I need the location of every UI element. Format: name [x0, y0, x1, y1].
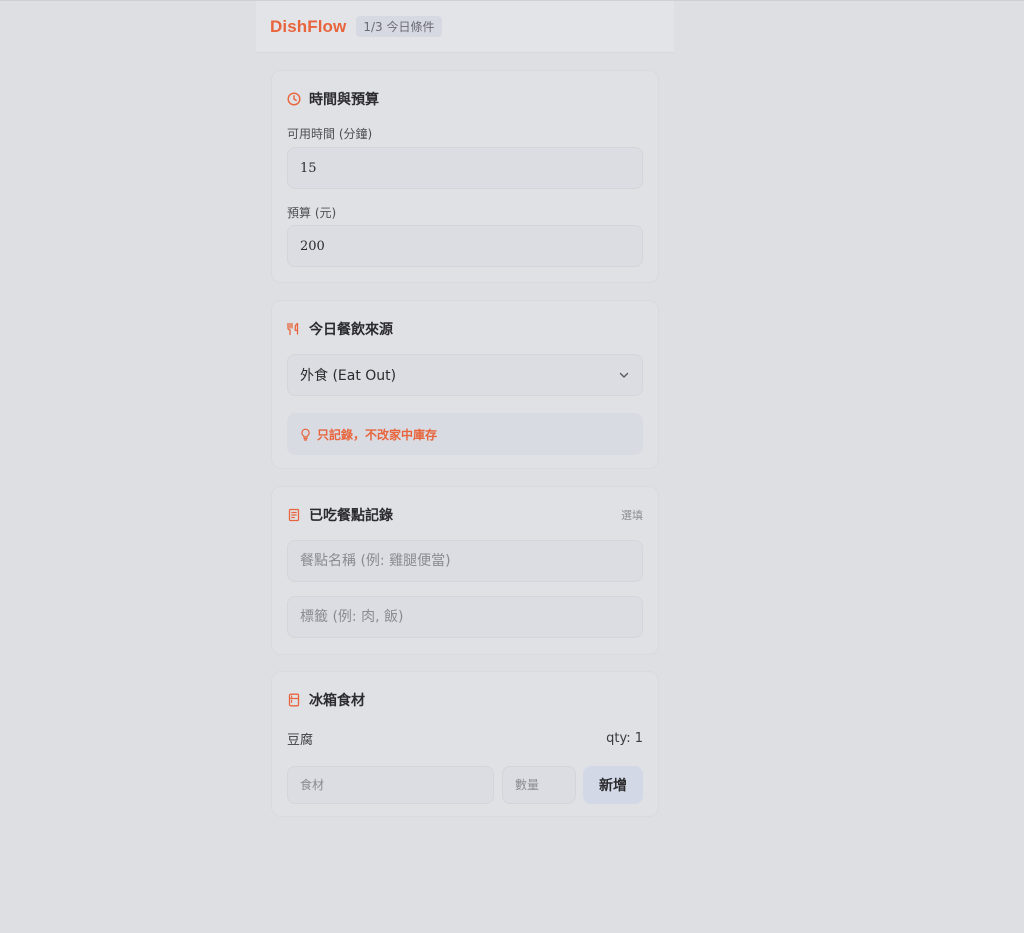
ingredient-input[interactable]: [287, 766, 494, 804]
add-ingredient-button[interactable]: 新增: [583, 766, 643, 804]
chevron-down-icon: [618, 369, 630, 381]
time-budget-title-row: 時間與預算: [287, 89, 379, 109]
fridge-icon: [287, 693, 301, 707]
meal-source-title-row: 今日餐飲來源: [287, 319, 393, 339]
time-label: 可用時間 (分鐘): [287, 127, 373, 141]
fridge-item-qty: qty: 1: [606, 731, 643, 746]
time-budget-card: 時間與預算 可用時間 (分鐘) 15 預算 (元) 200: [271, 70, 659, 283]
fridge-card: 冰箱食材 豆腐 qty: 1 新增: [271, 671, 659, 817]
fridge-title: 冰箱食材: [309, 693, 365, 709]
fridge-item-name: 豆腐: [287, 733, 314, 748]
meal-name-input[interactable]: [287, 540, 643, 582]
lightbulb-icon: [299, 428, 312, 441]
eaten-meals-card: 已吃餐點記錄 選填: [271, 486, 659, 655]
quantity-input[interactable]: [502, 766, 576, 804]
step-indicator: 1/3 今日條件: [356, 16, 442, 37]
time-budget-title: 時間與預算: [309, 92, 379, 108]
budget-input[interactable]: 200: [287, 225, 643, 267]
inventory-note-text: 只記錄，不改家中庫存: [317, 427, 438, 442]
optional-tag: 選填: [621, 509, 643, 522]
add-ingredient-row: 新增: [287, 766, 643, 804]
budget-label: 預算 (元): [287, 206, 337, 220]
eaten-title: 已吃餐點記錄: [309, 508, 393, 524]
list-item: 豆腐 qty: 1: [287, 729, 643, 748]
inventory-note: 只記錄，不改家中庫存: [287, 413, 643, 455]
receipt-icon: [287, 508, 301, 522]
utensils-icon: [287, 322, 301, 336]
eaten-title-row: 已吃餐點記錄 選填: [287, 505, 643, 525]
fridge-title-row: 冰箱食材: [287, 690, 365, 710]
brand-logo[interactable]: DishFlow: [270, 17, 346, 37]
meal-source-card: 今日餐飲來源 外食 (Eat Out) 只記錄，不改家中庫存: [271, 300, 659, 469]
app-header: DishFlow 1/3 今日條件: [256, 1, 674, 53]
time-input[interactable]: 15: [287, 147, 643, 189]
page: DishFlow 1/3 今日條件 時間與預算 可用時間 (分鐘) 15 預算 …: [0, 0, 1024, 933]
clock-icon: [287, 92, 301, 106]
meal-tags-input[interactable]: [287, 596, 643, 638]
meal-source-title: 今日餐飲來源: [309, 322, 393, 338]
app-container: DishFlow 1/3 今日條件 時間與預算 可用時間 (分鐘) 15 預算 …: [256, 1, 674, 817]
meal-source-selected: 外食 (Eat Out): [300, 368, 397, 384]
meal-source-select[interactable]: 外食 (Eat Out): [287, 354, 643, 396]
